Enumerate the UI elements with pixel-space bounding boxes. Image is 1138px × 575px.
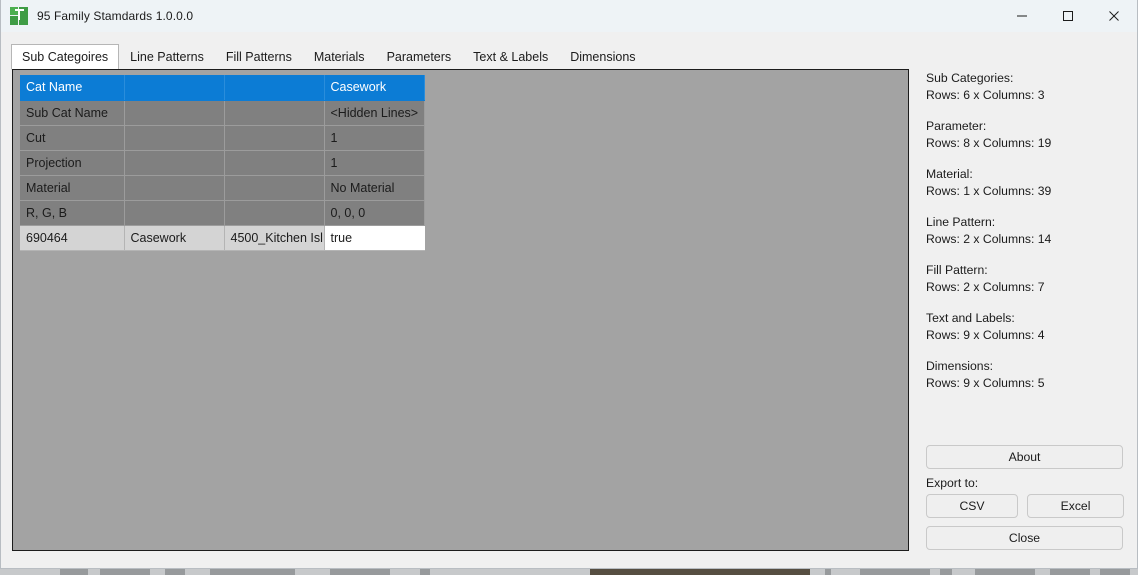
table-row[interactable]: Material No Material: [20, 175, 425, 201]
info-block-parameter: Parameter: Rows: 8 x Columns: 19: [926, 118, 1126, 151]
info-title: Line Pattern:: [926, 215, 996, 229]
grid-cell[interactable]: [124, 175, 225, 201]
info-block-text-and-labels: Text and Labels: Rows: 9 x Columns: 4: [926, 310, 1126, 343]
grid-cell[interactable]: R, G, B: [20, 200, 125, 226]
summary-info-panel: Sub Categories: Rows: 6 x Columns: 3 Par…: [926, 70, 1126, 406]
tab-label: Parameters: [386, 50, 452, 64]
maximize-button[interactable]: [1045, 0, 1091, 32]
info-counts: Rows: 6 x Columns: 3: [926, 87, 1045, 102]
export-excel-button[interactable]: Excel: [1027, 494, 1124, 518]
grid-cell[interactable]: [124, 100, 225, 126]
grid-cell[interactable]: Sub Cat Name: [20, 100, 125, 126]
tab-label: Sub Categoires: [22, 50, 109, 64]
grid-cell[interactable]: 690464: [20, 225, 125, 251]
grid-cell[interactable]: 1: [324, 125, 425, 151]
info-block-dimensions: Dimensions: Rows: 9 x Columns: 5: [926, 358, 1126, 391]
info-counts: Rows: 9 x Columns: 5: [926, 375, 1045, 390]
grid-cell[interactable]: [124, 125, 225, 151]
table-row[interactable]: R, G, B 0, 0, 0: [20, 200, 425, 226]
tab-label: Materials: [313, 50, 365, 64]
export-to-label: Export to:: [926, 476, 979, 490]
tab-line-patterns[interactable]: Line Patterns: [119, 44, 215, 70]
app-icon: [10, 6, 28, 25]
info-title: Sub Categories:: [926, 71, 1014, 85]
window-controls: [999, 0, 1137, 32]
about-button[interactable]: About: [926, 445, 1123, 469]
info-counts: Rows: 2 x Columns: 14: [926, 231, 1052, 246]
minimize-icon: [1017, 15, 1027, 17]
tab-label: Line Patterns: [130, 50, 204, 64]
table-row[interactable]: Sub Cat Name <Hidden Lines>: [20, 100, 425, 126]
table-row[interactable]: Projection 1: [20, 150, 425, 176]
maximize-icon: [1063, 11, 1073, 21]
tab-parameters[interactable]: Parameters: [376, 44, 463, 70]
info-title: Text and Labels:: [926, 311, 1015, 325]
grid-cell[interactable]: 0, 0, 0: [324, 200, 425, 226]
grid-cell[interactable]: [224, 75, 325, 101]
grid-cell[interactable]: [224, 200, 325, 226]
grid-cell[interactable]: 1: [324, 150, 425, 176]
tab-dimensions[interactable]: Dimensions: [559, 44, 646, 70]
tab-strip: Sub Categoires Line Patterns Fill Patter…: [11, 44, 647, 70]
info-title: Dimensions:: [926, 359, 994, 373]
grid-cell[interactable]: 4500_Kitchen Isl...: [224, 225, 325, 251]
tab-label: Text & Labels: [473, 50, 549, 64]
grid-cell[interactable]: [124, 150, 225, 176]
close-window-button[interactable]: [1091, 0, 1137, 32]
minimize-button[interactable]: [999, 0, 1045, 32]
application-window: 95 Family Stamdards 1.0.0.0 Sub Categoir…: [0, 0, 1138, 569]
table-row-selected[interactable]: 690464 Casework 4500_Kitchen Isl... true: [20, 225, 425, 251]
window-title: 95 Family Stamdards 1.0.0.0: [37, 8, 194, 23]
grid-cell[interactable]: Projection: [20, 150, 125, 176]
tab-label: Fill Patterns: [225, 50, 292, 64]
grid-cell[interactable]: Casework: [124, 225, 225, 251]
info-block-material: Material: Rows: 1 x Columns: 39: [926, 166, 1126, 199]
grid-cell[interactable]: Cut: [20, 125, 125, 151]
info-block-line-pattern: Line Pattern: Rows: 2 x Columns: 14: [926, 214, 1126, 247]
grid-cell[interactable]: Material: [20, 175, 125, 201]
grid-cell[interactable]: [124, 75, 225, 101]
grid-cell-focused[interactable]: true: [324, 225, 425, 251]
main-content-panel: Cat Name Casework Sub Cat Name <Hidden L…: [12, 69, 909, 551]
grid-cell[interactable]: [224, 175, 325, 201]
tab-label: Dimensions: [570, 50, 636, 64]
info-block-fill-pattern: Fill Pattern: Rows: 2 x Columns: 7: [926, 262, 1126, 295]
grid-cell[interactable]: Casework: [324, 75, 425, 101]
grid-cell[interactable]: [124, 200, 225, 226]
tab-fill-patterns[interactable]: Fill Patterns: [215, 44, 303, 70]
info-counts: Rows: 2 x Columns: 7: [926, 279, 1045, 294]
tab-materials[interactable]: Materials: [303, 44, 376, 70]
info-counts: Rows: 8 x Columns: 19: [926, 135, 1052, 150]
title-bar[interactable]: 95 Family Stamdards 1.0.0.0: [1, 0, 1137, 32]
grid-header-row[interactable]: Cat Name Casework: [20, 75, 425, 101]
grid-cell[interactable]: [224, 150, 325, 176]
tab-text-and-labels[interactable]: Text & Labels: [462, 44, 559, 70]
grid-cell[interactable]: [224, 125, 325, 151]
data-grid[interactable]: Cat Name Casework Sub Cat Name <Hidden L…: [20, 75, 425, 251]
export-csv-button[interactable]: CSV: [926, 494, 1018, 518]
close-button[interactable]: Close: [926, 526, 1123, 550]
grid-cell[interactable]: Cat Name: [20, 75, 125, 101]
tab-sub-categoires[interactable]: Sub Categoires: [11, 44, 120, 70]
info-block-sub-categories: Sub Categories: Rows: 6 x Columns: 3: [926, 70, 1126, 103]
grid-cell[interactable]: <Hidden Lines>: [324, 100, 425, 126]
info-title: Material:: [926, 167, 973, 181]
grid-cell[interactable]: [224, 100, 325, 126]
info-title: Parameter:: [926, 119, 987, 133]
info-counts: Rows: 9 x Columns: 4: [926, 327, 1045, 342]
info-title: Fill Pattern:: [926, 263, 988, 277]
table-row[interactable]: Cut 1: [20, 125, 425, 151]
grid-cell[interactable]: No Material: [324, 175, 425, 201]
info-counts: Rows: 1 x Columns: 39: [926, 183, 1052, 198]
close-icon: [1109, 11, 1119, 21]
